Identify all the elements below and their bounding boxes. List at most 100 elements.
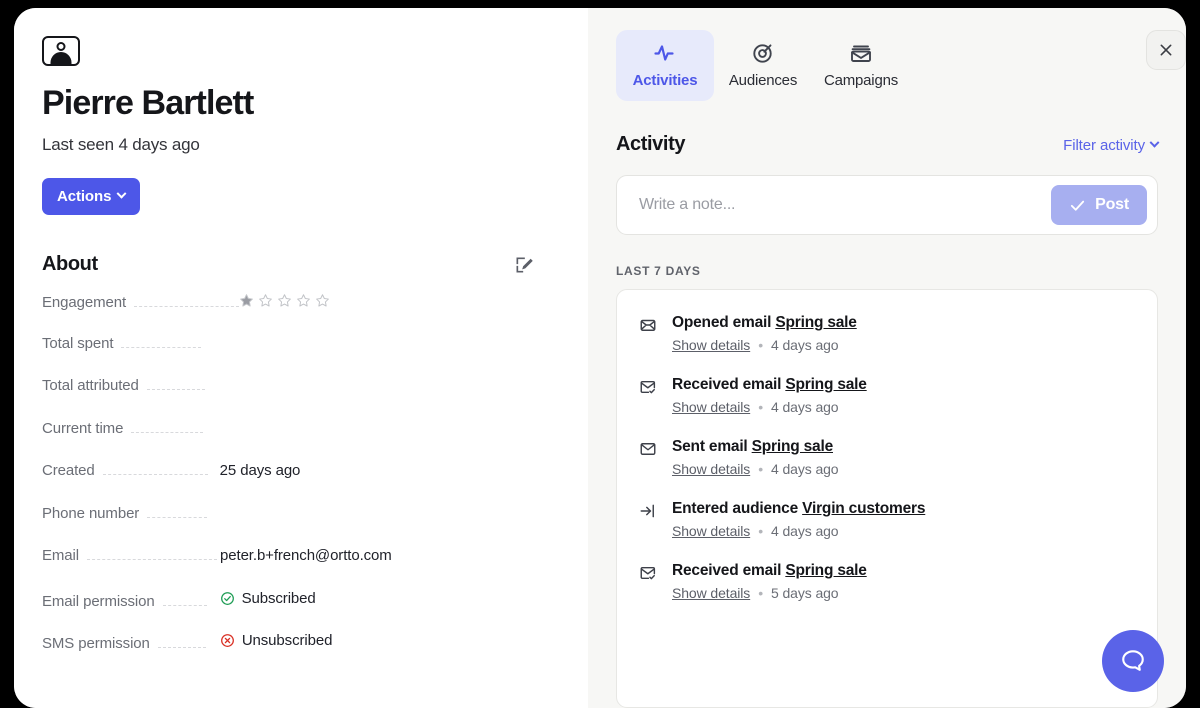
activity-item-meta: Show details • 4 days ago	[672, 523, 925, 539]
filter-activity-button[interactable]: Filter activity	[1063, 137, 1160, 154]
leader-line	[146, 389, 205, 391]
leader-line	[121, 346, 202, 348]
activity-item-time: 5 days ago	[771, 585, 839, 601]
about-row-label: Current time	[42, 419, 124, 437]
separator-dot: •	[758, 523, 763, 539]
activity-item-body: Received email Spring sale Show details …	[672, 562, 867, 601]
show-details-link[interactable]: Show details	[672, 523, 750, 539]
post-button-label: Post	[1095, 196, 1129, 213]
about-row-label: Email	[42, 547, 80, 565]
separator-dot: •	[758, 399, 763, 415]
activity-item: Opened email Spring sale Show details • …	[617, 302, 1157, 364]
actions-button[interactable]: Actions	[42, 178, 141, 216]
activity-section-label: LAST 7 DAYS	[616, 264, 701, 278]
about-row: Created 25 days ago	[42, 462, 560, 505]
tab-audiences[interactable]: Audiences	[714, 30, 812, 101]
cross-circle-icon	[220, 634, 234, 648]
actions-button-label: Actions	[57, 188, 112, 206]
activity-item: Received email Spring sale Show details …	[617, 364, 1157, 426]
activity-item-title: Received email Spring sale	[672, 376, 867, 393]
about-row-value: peter.b+french@ortto.com	[220, 547, 392, 565]
activity-item: Sent email Spring sale Show details • 4 …	[617, 426, 1157, 488]
note-input[interactable]	[639, 196, 1052, 214]
profile-panel: Pierre Bartlett Last seen 4 days ago Act…	[14, 8, 588, 708]
activity-item-meta: Show details • 4 days ago	[672, 337, 857, 353]
activity-item-body: Entered audience Virgin customers Show d…	[672, 500, 925, 539]
activity-item-title: Received email Spring sale	[672, 562, 867, 579]
about-row: Total spent	[42, 335, 560, 378]
edit-pencil-icon[interactable]	[514, 255, 534, 275]
show-details-link[interactable]: Show details	[672, 337, 750, 353]
envelope-icon	[640, 443, 656, 455]
check-circle-icon	[220, 591, 234, 605]
engagement-stars	[239, 293, 330, 308]
envelope-check-icon	[640, 566, 656, 580]
about-row-label: Created	[42, 462, 95, 480]
activity-item-meta: Show details • 5 days ago	[672, 585, 867, 601]
about-row-label: Total spent	[42, 334, 114, 352]
about-row-label: SMS permission	[42, 635, 150, 653]
about-row-label: Email permission	[42, 592, 155, 610]
about-row-value: 25 days ago	[219, 462, 301, 480]
chevron-down-icon	[116, 189, 127, 200]
show-details-link[interactable]: Show details	[672, 585, 750, 601]
activity-panel: Activities Audiences Campaigns Activity Fi…	[588, 8, 1186, 708]
show-details-link[interactable]: Show details	[672, 399, 750, 415]
separator-dot: •	[758, 461, 763, 477]
about-list: Engagement Total spent Total attributed Cu…	[42, 292, 560, 675]
activity-item-meta: Show details • 4 days ago	[672, 399, 867, 415]
activity-item-time: 4 days ago	[771, 399, 839, 415]
filter-activity-label: Filter activity	[1063, 137, 1145, 154]
activity-item-object[interactable]: Spring sale	[785, 562, 867, 579]
pulse-activity-icon	[654, 45, 674, 61]
status-badge-label: Unsubscribed	[241, 632, 333, 650]
tab-activities[interactable]: Activities	[616, 30, 714, 101]
activity-item-body: Opened email Spring sale Show details • …	[672, 314, 857, 353]
contact-detail-card: Pierre Bartlett Last seen 4 days ago Act…	[14, 8, 1186, 708]
tab-label: Activities	[632, 72, 698, 89]
activity-item-object[interactable]: Spring sale	[775, 314, 857, 331]
tab-campaigns[interactable]: Campaigns	[812, 30, 910, 101]
leader-line	[87, 559, 218, 561]
about-row: Email peter.b+french@ortto.com	[42, 547, 560, 590]
tab-label: Campaigns	[823, 72, 899, 89]
activity-item-meta: Show details • 4 days ago	[672, 461, 839, 477]
activity-item-time: 4 days ago	[771, 337, 839, 353]
activity-item-title: Entered audience Virgin customers	[672, 500, 926, 517]
about-row: Current time	[42, 420, 560, 463]
leader-line	[134, 306, 240, 308]
activity-header: Activity Filter activity	[616, 133, 1160, 156]
status-badge-label: Subscribed	[241, 589, 316, 607]
enter-arrow-icon	[640, 504, 654, 518]
person-avatar-icon	[42, 36, 80, 66]
leader-line	[147, 516, 208, 518]
about-row-label: Phone number	[42, 504, 140, 522]
about-row: SMS permission Unsubscribed	[42, 632, 560, 675]
activity-item-title: Sent email Spring sale	[672, 438, 834, 455]
about-row-label: Total attributed	[42, 377, 139, 395]
separator-dot: •	[758, 337, 763, 353]
star-icon	[297, 294, 310, 307]
star-icon	[278, 294, 291, 307]
activity-title: Activity	[616, 133, 686, 155]
envelope-open-icon	[640, 319, 656, 331]
close-button[interactable]	[1146, 30, 1186, 70]
close-icon	[1160, 44, 1172, 56]
check-icon	[1071, 200, 1085, 211]
activity-item-time: 4 days ago	[771, 523, 839, 539]
activity-item-object[interactable]: Virgin customers	[802, 500, 925, 517]
show-details-link[interactable]: Show details	[672, 461, 750, 477]
leader-line	[162, 604, 207, 606]
star-icon	[316, 294, 329, 307]
activity-item-object[interactable]: Spring sale	[752, 438, 834, 455]
about-row-value: Subscribed	[220, 590, 560, 607]
activity-item: Entered audience Virgin customers Show d…	[617, 488, 1157, 550]
about-row: Email permission Subscribed	[42, 590, 560, 633]
about-row: Phone number	[42, 505, 560, 548]
activity-item-object[interactable]: Spring sale	[785, 376, 867, 393]
about-row-value	[239, 292, 560, 307]
last-seen-text: Last seen 4 days ago	[42, 135, 200, 155]
about-row-value: Unsubscribed	[220, 632, 560, 649]
chat-widget-button[interactable]	[1102, 630, 1164, 692]
post-note-button[interactable]: Post	[1051, 185, 1147, 225]
